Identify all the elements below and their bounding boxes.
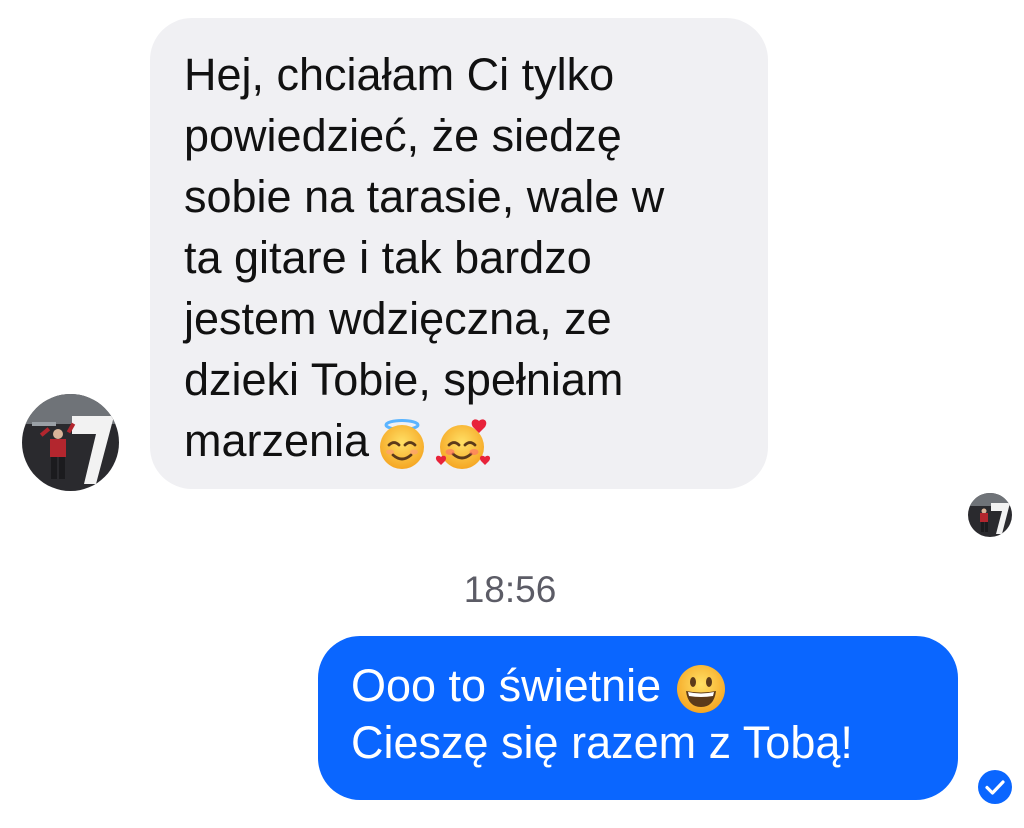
message-line: powiedzieć, że siedzę — [184, 110, 622, 161]
outgoing-message-bubble[interactable]: Ooo to świetnie Cieszę się razem z Tobą! — [318, 636, 958, 800]
message-line-text: marzenia — [184, 415, 370, 466]
message-line: Hej, chciałam Ci tylko — [184, 49, 615, 100]
message-line: ta gitare i tak bardzo — [184, 232, 592, 283]
message-line: jestem wdzięczna, ze — [184, 293, 612, 344]
message-line: dzieki Tobie, spełniam — [184, 354, 624, 405]
message-line: sobie na tarasie, wale w — [184, 171, 665, 222]
smiling-face-with-hearts-icon — [436, 419, 491, 470]
message-last-line: marzenia — [184, 410, 744, 471]
message-line: Cieszę się razem z Tobą! — [351, 717, 853, 769]
incoming-message-bubble[interactable]: Hej, chciałam Ci tylko powiedzieć, że si… — [150, 18, 768, 489]
message-first-line: Ooo to świetnie — [351, 658, 938, 715]
message-timestamp: 18:56 — [463, 569, 557, 610]
smiling-face-with-halo-icon — [380, 419, 425, 470]
delivered-check-icon — [978, 770, 1012, 804]
seen-avatar — [968, 493, 1012, 537]
chat-thread: Hej, chciałam Ci tylko powiedzieć, że si… — [0, 0, 1024, 828]
message-line-text: Ooo to świetnie — [351, 660, 662, 711]
grinning-face-icon — [677, 665, 726, 714]
contact-avatar[interactable] — [22, 394, 119, 491]
